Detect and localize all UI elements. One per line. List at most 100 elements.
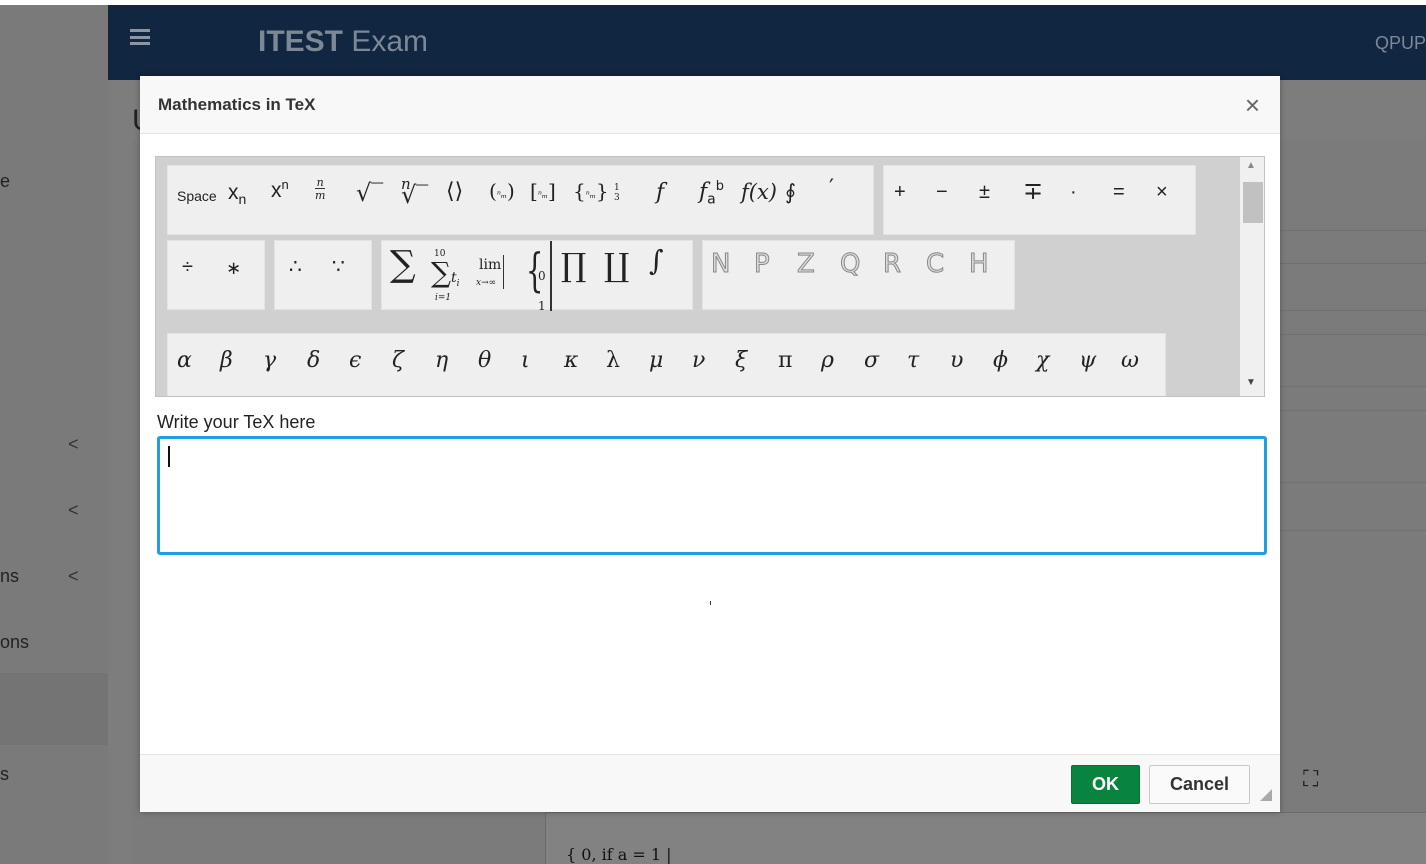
dot-button[interactable]: · <box>1070 182 1077 202</box>
bracket-matrix-button[interactable]: [ⁿₘ] <box>530 181 556 201</box>
contour-integral-button[interactable]: ∮ <box>785 182 796 203</box>
plus-minus-button[interactable]: ± <box>979 182 990 202</box>
cancel-button[interactable]: Cancel <box>1149 765 1250 804</box>
limit-button[interactable]: lim <box>479 258 501 272</box>
quaternions-button[interactable]: H <box>969 251 990 278</box>
number-sets-group: N P Z Q R C H <box>702 240 1015 310</box>
plus-button[interactable]: + <box>894 182 906 202</box>
binomial-button[interactable]: (ⁿₘ) <box>489 181 515 201</box>
eta-button[interactable]: η <box>435 350 448 372</box>
nu-button[interactable]: ν <box>692 350 705 372</box>
pi-button[interactable]: π <box>778 350 792 372</box>
alpha-button[interactable]: α <box>177 350 192 372</box>
function-button[interactable]: f <box>656 182 664 204</box>
equals-button[interactable]: = <box>1113 182 1125 202</box>
divider <box>1278 530 1426 531</box>
divider <box>1278 334 1426 335</box>
epsilon-button[interactable]: ϵ <box>349 350 361 372</box>
because-button[interactable]: ∵ <box>332 257 345 277</box>
beta-button[interactable]: β <box>220 350 233 372</box>
rho-button[interactable]: ρ <box>821 350 834 372</box>
chevron-left-icon[interactable]: < <box>68 566 79 587</box>
subscript-button[interactable]: xn <box>228 182 246 206</box>
app-header: ITEST Exam QPUP <box>108 5 1426 80</box>
fullscreen-icon[interactable]: ⛶ <box>1303 766 1318 792</box>
sidebar-item-label[interactable]: e <box>0 171 10 192</box>
complex-button[interactable]: C <box>925 251 944 278</box>
phi-button[interactable]: ϕ <box>993 350 1008 372</box>
sqrt-button[interactable]: √‾ <box>356 181 383 205</box>
mu-button[interactable]: μ <box>649 350 663 372</box>
brand-light: Exam <box>351 25 429 58</box>
minus-plus-button[interactable]: ∓ <box>1023 180 1043 204</box>
divider <box>1278 263 1426 264</box>
sigma-button[interactable]: σ <box>864 350 879 372</box>
upsilon-button[interactable]: υ <box>950 350 963 372</box>
delta-button[interactable]: δ <box>307 350 320 372</box>
times-button[interactable]: × <box>1156 182 1168 202</box>
therefore-button[interactable]: ∴ <box>289 257 302 277</box>
big-operators-group: ∑ 10 ∑ti i=1 lim x→∞ { 01 ∏ ∐ ∫ <box>381 240 693 313</box>
editor-preview: { 0, if a = 1 | <box>545 812 1426 864</box>
asterisk-button[interactable]: ∗ <box>226 259 241 277</box>
scroll-up-icon[interactable]: ▲ <box>1246 160 1256 171</box>
gamma-button[interactable]: γ <box>263 350 276 372</box>
divider <box>1278 482 1426 483</box>
divide-button[interactable]: ÷ <box>182 257 193 277</box>
iota-button[interactable]: ι <box>521 350 530 372</box>
primes-button[interactable]: P <box>754 251 771 278</box>
close-icon[interactable]: × <box>1245 92 1260 118</box>
product-button[interactable]: ∏ <box>561 249 586 281</box>
naturals-button[interactable]: N <box>710 251 730 278</box>
coproduct-button[interactable]: ∐ <box>604 249 629 281</box>
scroll-down-icon[interactable]: ▼ <box>1246 377 1256 388</box>
user-name[interactable]: QPUP <box>1375 33 1426 54</box>
resize-handle-icon[interactable] <box>1260 789 1272 801</box>
app-brand: ITEST Exam <box>258 25 428 59</box>
scroll-thumb[interactable] <box>1243 182 1263 223</box>
small-fraction-button[interactable]: 13 <box>614 183 620 204</box>
chi-button[interactable]: χ <box>1036 350 1049 372</box>
tex-input[interactable] <box>157 436 1267 555</box>
nth-root-button[interactable]: n √‾ <box>401 169 428 217</box>
kappa-button[interactable]: κ <box>564 350 578 372</box>
hamburger-menu-icon[interactable] <box>130 29 150 45</box>
zeta-button[interactable]: ζ <box>392 350 404 372</box>
sidebar-item-label[interactable]: ons <box>0 632 29 653</box>
sum-button[interactable]: ∑ <box>390 247 416 283</box>
chevron-left-icon[interactable]: < <box>68 500 79 521</box>
space-button[interactable]: Space <box>177 189 217 203</box>
lambda-button[interactable]: λ <box>606 350 620 372</box>
brand-bold: ITEST <box>258 25 344 58</box>
brace-matrix-button[interactable]: {ⁿₘ} <box>573 181 609 201</box>
omega-button[interactable]: ω <box>1121 350 1139 372</box>
dialog-header: Mathematics in TeX × <box>140 76 1280 134</box>
structures-group: Space xn xn nm √‾ n √‾ ⟨⟩ (ⁿₘ) [ⁿₘ] {ⁿₘ} … <box>167 165 874 235</box>
cases-values: 01 <box>538 269 546 313</box>
function-of-x-button[interactable]: f(x) <box>741 182 777 203</box>
palette-scrollbar[interactable]: ▲ ▼ <box>1240 157 1264 396</box>
sum-with-limits-button[interactable]: ∑ti <box>431 259 460 289</box>
sidebar-item-label[interactable]: ns <box>0 566 19 587</box>
angle-brackets-button[interactable]: ⟨⟩ <box>446 181 463 203</box>
division-group: ÷ ∗ <box>167 240 265 310</box>
integral-button[interactable]: ∫ <box>649 247 664 275</box>
evaluated-function-button[interactable]: fab <box>699 180 724 207</box>
fraction-button[interactable]: nm <box>315 176 326 203</box>
xi-button[interactable]: ξ <box>735 350 747 372</box>
ok-button[interactable]: OK <box>1071 765 1140 804</box>
rationals-button[interactable]: Q <box>839 251 860 278</box>
prime-button[interactable]: ′ <box>829 178 834 200</box>
preview-formula: { 0, if a = 1 | <box>566 845 672 864</box>
sidebar-item-label[interactable]: s <box>0 764 9 785</box>
chevron-left-icon[interactable]: < <box>68 434 79 455</box>
theta-button[interactable]: θ <box>478 350 491 372</box>
superscript-button[interactable]: xn <box>271 178 289 201</box>
limit-subscript: x→∞ <box>476 278 497 288</box>
minus-button[interactable]: − <box>936 182 948 202</box>
divider <box>503 255 504 289</box>
psi-button[interactable]: ψ <box>1079 350 1096 372</box>
tau-button[interactable]: τ <box>907 350 919 372</box>
reals-button[interactable]: R <box>882 251 901 278</box>
integers-button[interactable]: Z <box>797 251 816 278</box>
